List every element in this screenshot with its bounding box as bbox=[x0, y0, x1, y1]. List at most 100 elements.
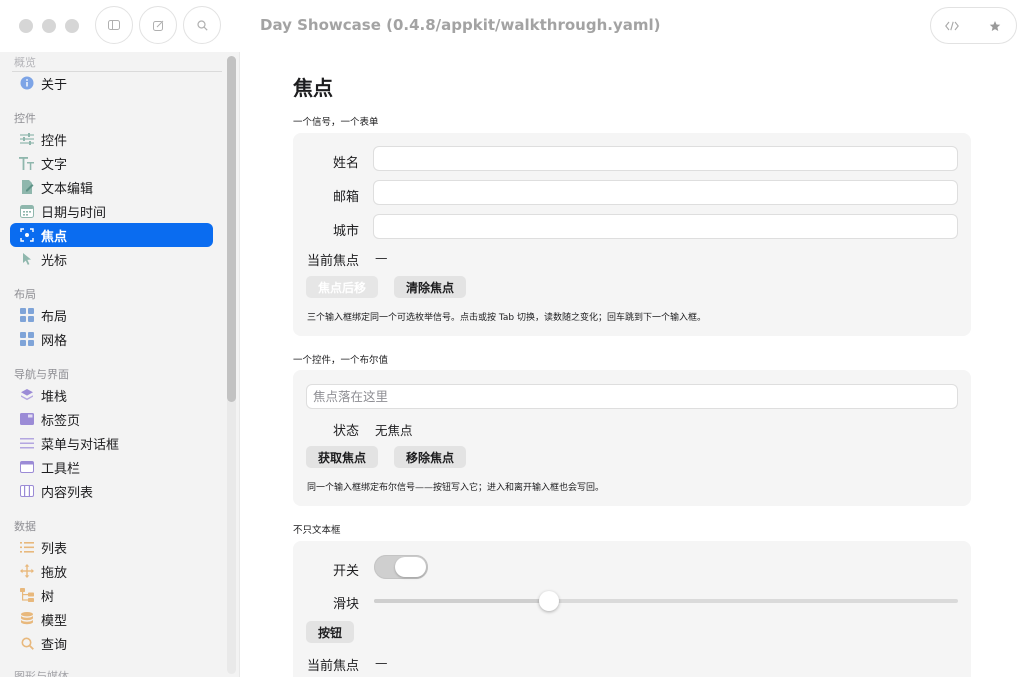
search-icon bbox=[19, 635, 35, 651]
sidebar-item-label: 工具栏 bbox=[41, 461, 81, 477]
minimize-window-button[interactable] bbox=[42, 19, 56, 33]
sidebar-section-controls: 控件 bbox=[14, 112, 36, 125]
section-title-beyond-text: 不只文本框 bbox=[293, 525, 341, 536]
sliders-icon bbox=[19, 131, 35, 147]
plain-button[interactable]: 按钮 bbox=[306, 621, 355, 643]
city-field[interactable] bbox=[373, 214, 958, 239]
toolbar-action-group bbox=[930, 7, 1017, 44]
sidebar-item-label: 拖放 bbox=[41, 565, 68, 581]
close-window-button[interactable] bbox=[19, 19, 33, 33]
focus-next-button[interactable]: 焦点后移 bbox=[306, 276, 379, 298]
sidebar-item-label: 文字 bbox=[41, 157, 68, 173]
compose-button[interactable] bbox=[139, 6, 177, 44]
window-title: Day Showcase (0.4.8/appkit/walkthrough.y… bbox=[260, 16, 661, 34]
sidebar-item-label: 模型 bbox=[41, 613, 68, 629]
sidebar-item-label: 布局 bbox=[41, 309, 68, 325]
sidebar-item-menus-dialogs[interactable]: 菜单与对话框 bbox=[10, 431, 213, 455]
sidebar-scrollbar-thumb[interactable] bbox=[227, 56, 236, 402]
database-icon bbox=[19, 611, 35, 627]
sidebar-item-label: 关于 bbox=[41, 77, 68, 93]
sidebar-section-navigation: 导航与界面 bbox=[14, 368, 69, 381]
slider-knob[interactable] bbox=[539, 591, 560, 611]
sidebar-item-label: 内容列表 bbox=[41, 485, 94, 501]
list-icon bbox=[19, 539, 35, 555]
favorite-button[interactable] bbox=[974, 8, 1017, 43]
sidebar-item-label: 标签页 bbox=[41, 413, 81, 429]
current-focus-label: 当前焦点 bbox=[307, 659, 360, 674]
switch-label: 开关 bbox=[333, 564, 360, 579]
status-label: 状态 bbox=[333, 424, 360, 439]
sidebar-section-layout: 布局 bbox=[14, 288, 36, 301]
code-icon bbox=[945, 21, 960, 30]
sidebar-item-label: 文本编辑 bbox=[41, 181, 94, 197]
text-size-icon bbox=[19, 155, 35, 171]
section-title-form: 一个信号，一个表单 bbox=[293, 117, 379, 128]
sidebar-item-toolbar[interactable]: 工具栏 bbox=[10, 455, 213, 479]
move-icon bbox=[19, 563, 35, 579]
sidebar-item-focus[interactable]: 焦点 bbox=[10, 223, 213, 247]
boolean-focus-card: 状态 无焦点 获取焦点 移除焦点 同一个输入框绑定布尔信号——按钮写入它；进入和… bbox=[293, 370, 971, 506]
sidebar-item-label: 堆栈 bbox=[41, 389, 68, 405]
sidebar-section-graphics-media: 图形与媒体 bbox=[14, 670, 69, 677]
sidebar-icon bbox=[108, 20, 120, 30]
sidebar-item-about[interactable]: 关于 bbox=[10, 71, 213, 95]
toggle-sidebar-button[interactable] bbox=[95, 6, 133, 44]
sidebar-item-query[interactable]: 查询 bbox=[10, 631, 213, 655]
sidebar-item-content-list[interactable]: 内容列表 bbox=[10, 479, 213, 503]
slider[interactable] bbox=[374, 591, 958, 611]
sidebar-item-list[interactable]: 列表 bbox=[10, 535, 213, 559]
current-focus-value: — bbox=[375, 250, 388, 265]
name-field[interactable] bbox=[373, 146, 958, 171]
sidebar-item-label: 列表 bbox=[41, 541, 68, 557]
source-code-button[interactable] bbox=[931, 8, 974, 43]
remove-focus-button[interactable]: 移除焦点 bbox=[394, 446, 467, 468]
sidebar-item-text-editing[interactable]: 文本编辑 bbox=[10, 175, 213, 199]
sidebar-item-drag-drop[interactable]: 拖放 bbox=[10, 559, 213, 583]
form-focus-card: 姓名 邮箱 城市 当前焦点 — 焦点后移 清除焦点 三个输入框绑定同一个可选枚举… bbox=[293, 133, 971, 336]
sidebar-item-text[interactable]: 文字 bbox=[10, 151, 213, 175]
toggle-knob bbox=[395, 557, 426, 577]
sidebar-item-controls[interactable]: 控件 bbox=[10, 127, 213, 151]
sidebar-item-model[interactable]: 模型 bbox=[10, 607, 213, 631]
layout-icon bbox=[19, 307, 35, 323]
get-focus-button[interactable]: 获取焦点 bbox=[306, 446, 379, 468]
sidebar-item-tree[interactable]: 树 bbox=[10, 583, 213, 607]
toolbar-icon bbox=[19, 459, 35, 475]
clear-focus-button[interactable]: 清除焦点 bbox=[394, 276, 467, 298]
boolean-focus-note: 同一个输入框绑定布尔信号——按钮写入它；进入和离开输入框也会写回。 bbox=[307, 483, 605, 493]
sidebar-item-date-time[interactable]: 日期与时间 bbox=[10, 199, 213, 223]
sidebar-item-label: 控件 bbox=[41, 133, 68, 149]
name-field-label: 姓名 bbox=[333, 156, 360, 171]
form-focus-note: 三个输入框绑定同一个可选枚举信号。点击或按 Tab 切换，读数随之变化；回车跳到… bbox=[307, 313, 706, 323]
current-focus-value: — bbox=[375, 655, 388, 670]
sidebar-item-stack[interactable]: 堆栈 bbox=[10, 383, 213, 407]
stack-icon bbox=[19, 387, 35, 403]
search-icon bbox=[196, 19, 208, 31]
tabs-icon bbox=[19, 411, 35, 427]
sidebar: 概览 关于 控件 控件 文字 文本编辑 日期与时间 焦点 光标 布局 布局 网格… bbox=[0, 52, 240, 677]
sidebar-item-tabs[interactable]: 标签页 bbox=[10, 407, 213, 431]
sidebar-item-label: 网格 bbox=[41, 333, 68, 349]
title-bar: Day Showcase (0.4.8/appkit/walkthrough.y… bbox=[0, 0, 1024, 52]
slider-fill bbox=[374, 599, 550, 603]
sidebar-item-label: 日期与时间 bbox=[41, 205, 107, 221]
sidebar-item-layout[interactable]: 布局 bbox=[10, 303, 213, 327]
star-icon bbox=[989, 20, 1000, 31]
focus-target-field[interactable] bbox=[306, 384, 958, 409]
toggle-switch[interactable] bbox=[374, 555, 428, 579]
compose-icon bbox=[152, 20, 163, 31]
search-button[interactable] bbox=[183, 6, 221, 44]
sidebar-item-grid[interactable]: 网格 bbox=[10, 327, 213, 351]
calendar-icon bbox=[19, 203, 35, 219]
section-title-boolean: 一个控件，一个布尔值 bbox=[293, 355, 389, 366]
zoom-window-button[interactable] bbox=[65, 19, 79, 33]
city-field-label: 城市 bbox=[333, 224, 360, 239]
sidebar-item-cursor[interactable]: 光标 bbox=[10, 247, 213, 271]
sidebar-section-overview: 概览 bbox=[14, 56, 36, 69]
grid-icon bbox=[19, 331, 35, 347]
email-field[interactable] bbox=[373, 180, 958, 205]
columns-icon bbox=[19, 483, 35, 499]
page-title: 焦点 bbox=[293, 76, 333, 100]
sidebar-section-data: 数据 bbox=[14, 520, 36, 533]
main-content: 焦点 一个信号，一个表单 姓名 邮箱 城市 当前焦点 — 焦点后移 清除焦点 三… bbox=[241, 52, 1024, 677]
